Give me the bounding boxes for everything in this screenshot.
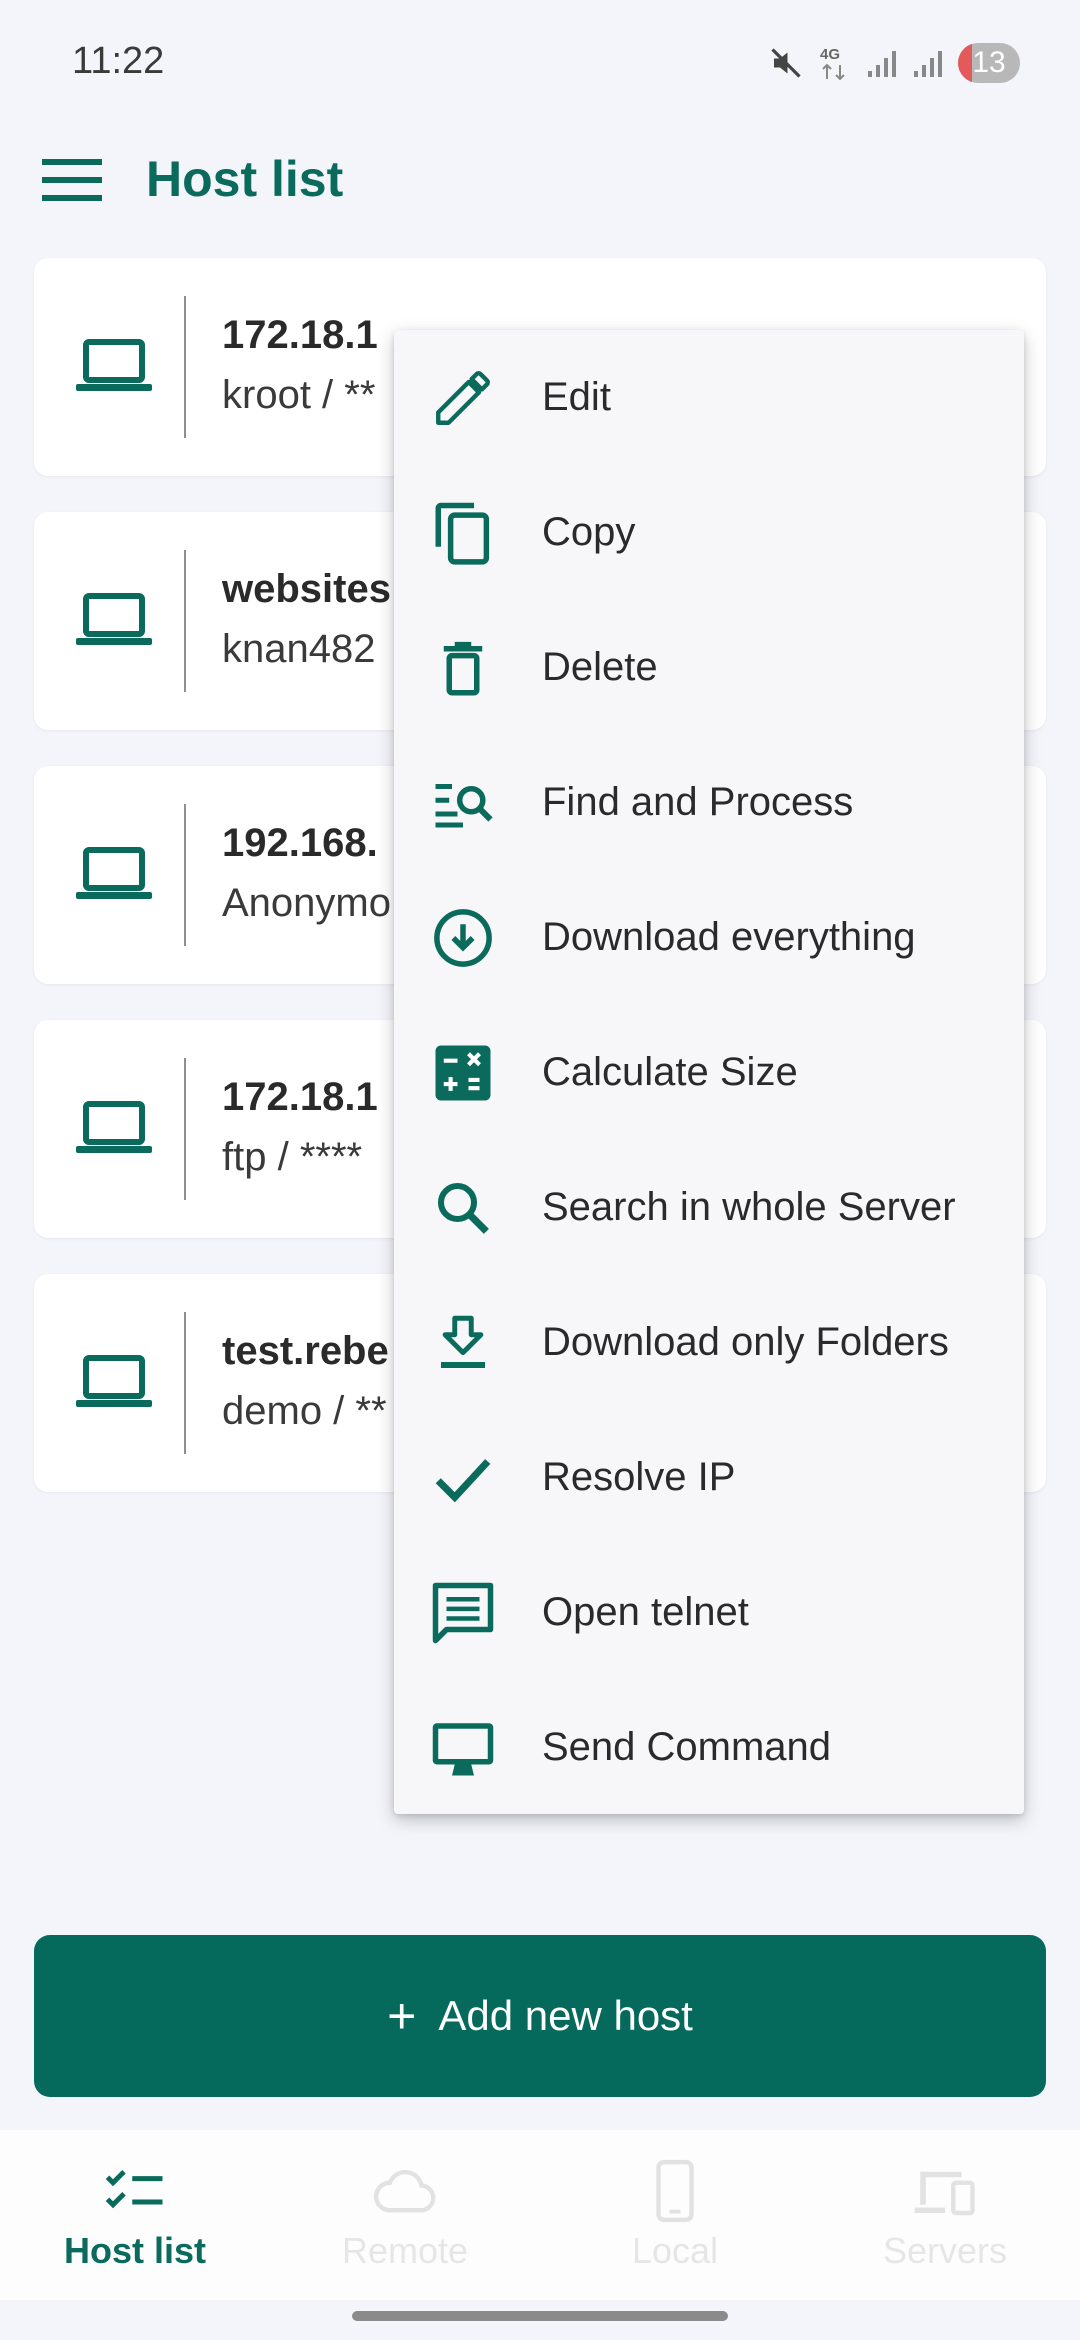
add-new-host-label: Add new host <box>438 1992 693 2039</box>
card-divider <box>184 1312 186 1454</box>
home-indicator[interactable] <box>352 2311 728 2321</box>
svg-text:4G: 4G <box>820 46 840 63</box>
host-credentials: kroot / ** <box>222 373 376 417</box>
menu-item-label: Search in whole Server <box>542 1185 956 1229</box>
menu-item-search-whole-server[interactable]: Search in whole Server <box>394 1140 1024 1275</box>
network-4g-icon: 4G <box>820 46 845 81</box>
host-credentials: ftp / **** <box>222 1135 363 1179</box>
nav-host-list[interactable]: Host list <box>0 2130 270 2300</box>
check-icon <box>435 1459 491 1503</box>
signal-icon <box>914 51 942 77</box>
trash-icon <box>443 641 483 696</box>
page-title: Host list <box>146 151 344 207</box>
card-divider <box>184 296 186 438</box>
card-divider <box>184 1058 186 1200</box>
nav-local[interactable]: Local <box>540 2130 810 2300</box>
laptop-icon <box>76 1355 152 1407</box>
menu-item-download-only-folders[interactable]: Download only Folders <box>394 1275 1024 1410</box>
search-icon <box>437 1182 489 1234</box>
checklist-icon <box>105 2169 163 2209</box>
menu-item-copy[interactable]: Copy <box>394 465 1024 600</box>
menu-item-label: Find and Process <box>542 780 854 824</box>
host-credentials: demo / ** <box>222 1389 387 1433</box>
mute-icon <box>771 48 801 78</box>
copy-icon <box>435 502 490 565</box>
menu-item-open-telnet[interactable]: Open telnet <box>394 1545 1024 1680</box>
menu-item-label: Download everything <box>542 915 916 959</box>
download-tray-icon <box>441 1315 485 1369</box>
nav-label: Servers <box>882 2230 1008 2271</box>
card-divider <box>184 550 186 692</box>
hamburger-menu-icon[interactable] <box>38 155 108 205</box>
signal-icon <box>868 51 896 77</box>
laptop-icon <box>76 847 152 899</box>
menu-item-label: Copy <box>542 510 636 554</box>
menu-item-calculate-size[interactable]: Calculate Size <box>394 1005 1024 1140</box>
nav-label: Remote <box>341 2230 469 2271</box>
menu-item-label: Open telnet <box>542 1590 749 1634</box>
menu-item-label: Delete <box>542 645 658 689</box>
card-divider <box>184 804 186 946</box>
nav-label: Host list <box>63 2230 206 2271</box>
download-circle-icon <box>434 909 492 967</box>
host-name: test.rebe <box>222 1329 389 1373</box>
menu-item-edit[interactable]: Edit <box>394 330 1024 465</box>
battery-icon: 13 <box>958 43 1020 83</box>
phone-icon <box>656 2159 694 2223</box>
host-name: websites <box>222 567 391 611</box>
menu-item-download-everything[interactable]: Download everything <box>394 870 1024 1005</box>
menu-item-label: Edit <box>542 375 611 419</box>
devices-icon <box>914 2171 975 2216</box>
host-name: 172.18.1 <box>222 1075 378 1119</box>
monitor-icon <box>432 1723 494 1776</box>
calculator-icon <box>435 1045 491 1101</box>
menu-item-label: Calculate Size <box>542 1050 798 1094</box>
bottom-navigation: Host list Remote Local Servers <box>0 2130 1080 2300</box>
menu-item-label: Resolve IP <box>542 1455 736 1499</box>
menu-item-resolve-ip[interactable]: Resolve IP <box>394 1410 1024 1545</box>
pencil-icon <box>436 371 490 425</box>
status-bar: 11:22 4G 13 <box>0 0 1080 130</box>
nav-servers[interactable]: Servers <box>810 2130 1080 2300</box>
laptop-icon <box>76 1101 152 1153</box>
host-credentials: knan482 <box>222 627 376 671</box>
host-context-menu: Edit Copy Delete Find and Process Downlo… <box>394 330 1024 1814</box>
plus-icon: + <box>387 1988 417 2044</box>
cloud-icon <box>373 2169 436 2213</box>
status-icons: 4G 13 <box>768 40 1020 86</box>
message-icon <box>432 1582 494 1644</box>
status-time: 11:22 <box>72 40 165 82</box>
nav-label: Local <box>631 2230 719 2271</box>
menu-item-find-and-process[interactable]: Find and Process <box>394 735 1024 870</box>
menu-item-label: Download only Folders <box>542 1320 949 1364</box>
app-bar: Host list <box>0 130 1080 230</box>
menu-item-send-command[interactable]: Send Command <box>394 1680 1024 1815</box>
host-name: 172.18.1 <box>222 313 378 357</box>
host-name: 192.168. <box>222 821 378 865</box>
laptop-icon <box>76 339 152 391</box>
host-credentials: Anonymo <box>222 881 391 925</box>
add-new-host-button[interactable]: + Add new host <box>34 1935 1046 2097</box>
laptop-icon <box>76 593 152 645</box>
nav-remote[interactable]: Remote <box>270 2130 540 2300</box>
menu-item-label: Send Command <box>542 1725 832 1769</box>
menu-item-delete[interactable]: Delete <box>394 600 1024 735</box>
find-list-icon <box>435 784 493 828</box>
